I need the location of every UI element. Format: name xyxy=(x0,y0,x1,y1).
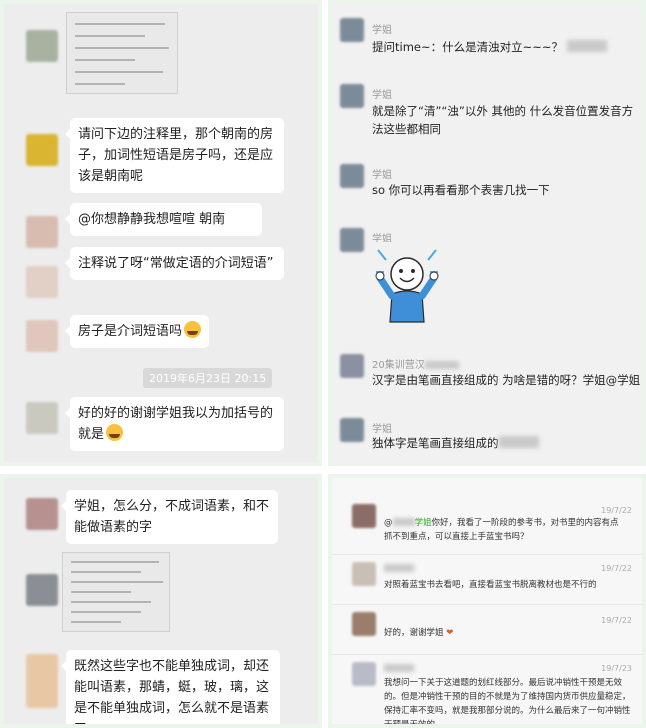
heart-icon: ❤ xyxy=(446,628,454,638)
message-date: 19/7/23 xyxy=(601,664,632,673)
message-date: 19/7/22 xyxy=(601,506,632,515)
message-text[interactable]: 我想问一下关于这道题的划红线部分。最后说冲销性干预是无效的。但是冲销性干预的目的… xyxy=(384,676,636,724)
avatar[interactable] xyxy=(26,574,58,606)
avatar[interactable] xyxy=(352,562,376,586)
chat-panel-bottom-right: 19/7/22 @ 学姐你好，我看了一阶段的参考书，对书里的内容有点抓不到重点，可… xyxy=(328,474,646,728)
chat-bubble[interactable]: 房子是介词短语吗 xyxy=(64,315,210,348)
message-text[interactable]: 汉字是由笔画直接组成的 为啥是错的呀？学姐@学姐 xyxy=(372,371,642,389)
chat-bubble[interactable]: 请问下边的注释里，那个朝南的房子，加词性短语是房子吗，还是应该是朝南呢 xyxy=(65,118,284,193)
avatar[interactable] xyxy=(352,662,376,686)
avatar[interactable] xyxy=(352,612,376,636)
avatar[interactable] xyxy=(26,134,58,166)
sender-name: 学姐 xyxy=(372,90,392,101)
homework-photo-thumbnail[interactable] xyxy=(66,12,178,94)
avatar[interactable] xyxy=(340,18,364,42)
sender-name xyxy=(384,564,414,574)
chat-bubble[interactable]: 学姐，怎么分，不成词语素，和不能做语素的字 xyxy=(61,490,278,544)
message-text[interactable]: 对照着蓝宝书去看吧，直接看蓝宝书脱离教材也是不行的 xyxy=(384,578,634,592)
timestamp: 2019年6月23日 20:15 xyxy=(143,368,273,388)
avatar[interactable] xyxy=(340,84,364,108)
avatar[interactable] xyxy=(26,216,58,248)
cheering-sticker[interactable] xyxy=(372,242,442,326)
homework-photo-thumbnail[interactable] xyxy=(62,552,170,632)
avatar[interactable] xyxy=(26,654,58,708)
avatar[interactable] xyxy=(340,354,364,378)
sender-name: 20集训营汉 xyxy=(372,356,459,371)
sender-name: 学姐 xyxy=(372,424,392,435)
chat-panel-top-left: 请问下边的注释里，那个朝南的房子，加词性短语是房子吗，还是应该是朝南呢 @你想静… xyxy=(0,0,322,466)
avatar[interactable] xyxy=(26,402,58,434)
message-text[interactable]: 好的，谢谢学姐 ❤ xyxy=(384,626,624,640)
chat-bubble[interactable]: @你想静静我想喧喧 朝南 xyxy=(65,203,262,236)
laughing-emoji-icon xyxy=(106,424,124,441)
message-text[interactable]: 就是除了“清”“浊”以外 其他的 什么发音位置发音方法这些都相同 xyxy=(372,102,642,138)
avatar[interactable] xyxy=(340,228,364,252)
chat-bubble[interactable]: 注释说了呀“常做定语的介词短语” xyxy=(65,247,284,280)
sender-name: 学姐 xyxy=(372,25,392,36)
chat-bubble[interactable]: 好的好的谢谢学姐我以为加括号的就是 xyxy=(65,397,284,451)
chat-bubble[interactable]: 既然这些字也不能单独成词，却还能叫语素，那蜻，蜓，玻，璃，这是不能单独成词，怎么… xyxy=(61,650,280,724)
avatar[interactable] xyxy=(352,504,376,528)
avatar[interactable] xyxy=(26,320,58,352)
message-text: 房子是介词短语吗 xyxy=(78,324,183,339)
message-text[interactable]: 提问time~：什么是清浊对立~~~？ xyxy=(372,38,642,56)
chat-panel-bottom-left: 学姐，怎么分，不成词语素，和不能做语素的字 既然这些字也不能单独成词，却还能叫语… xyxy=(0,474,322,728)
redacted-text xyxy=(566,40,607,52)
avatar[interactable] xyxy=(26,30,58,62)
chat-panel-top-right: 学姐 提问time~：什么是清浊对立~~~？ 学姐 就是除了“清”“浊”以外 其… xyxy=(328,0,646,466)
message-text[interactable]: so 你可以再看看那个表害几找一下 xyxy=(372,181,642,199)
message-date: 19/7/22 xyxy=(601,564,632,573)
avatar[interactable] xyxy=(26,498,58,530)
redacted-text xyxy=(498,436,539,448)
message-date: 19/7/22 xyxy=(601,616,632,625)
sender-name: 学姐 xyxy=(372,170,392,181)
sender-name xyxy=(384,664,414,674)
avatar[interactable] xyxy=(340,418,364,442)
avatar[interactable] xyxy=(340,164,364,188)
laughing-emoji-icon xyxy=(184,321,202,338)
message-text[interactable]: 独体字是笔画直接组成的 xyxy=(372,434,642,452)
avatar[interactable] xyxy=(26,266,58,298)
message-text[interactable]: @ 学姐你好，我看了一阶段的参考书，对书里的内容有点抓不到重点，可以直接上手蓝宝书… xyxy=(384,516,624,544)
